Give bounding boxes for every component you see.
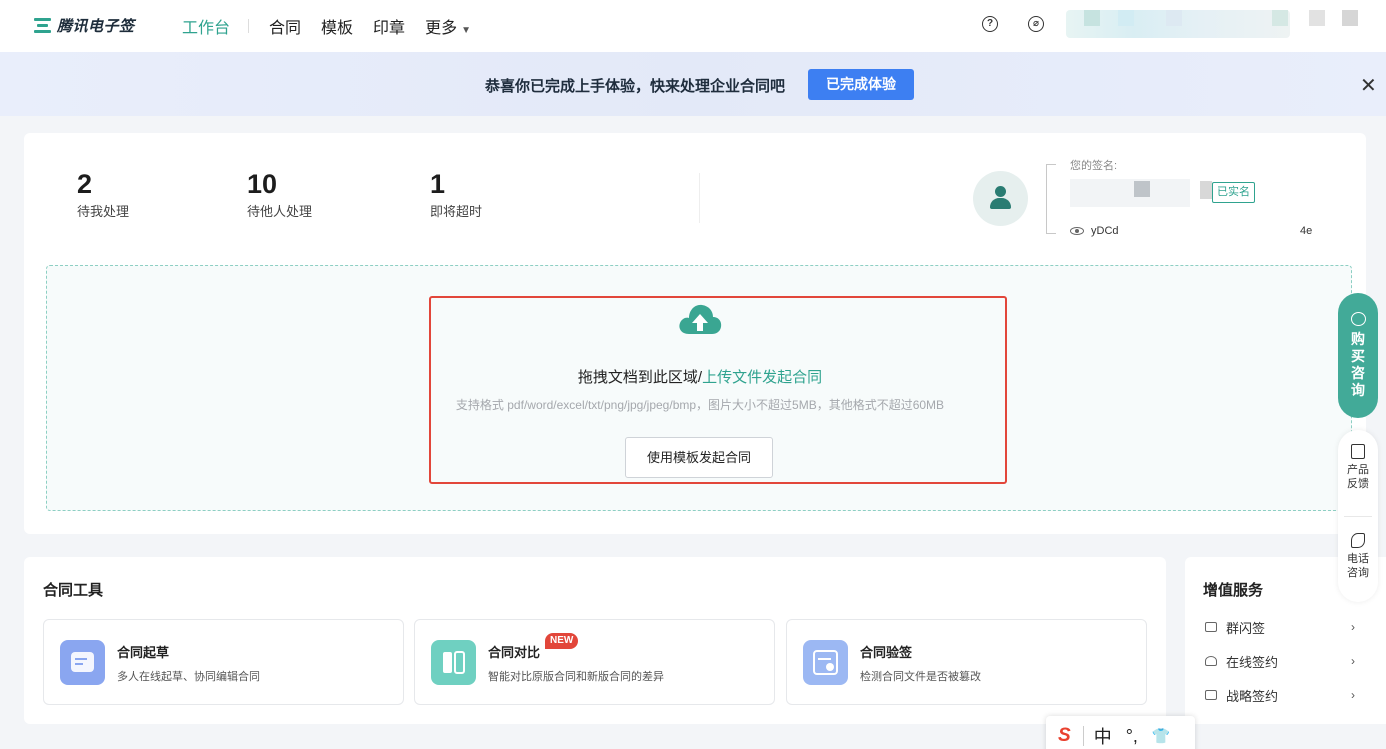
phone-label-2: 咨询 [1347, 567, 1369, 579]
nav-more-label: 更多 [425, 20, 458, 37]
signature-image[interactable] [1070, 179, 1190, 207]
phone-icon [1351, 533, 1365, 548]
logo-icon [34, 17, 51, 34]
top-nav: 腾讯电子签 工作台 合同 模板 印章 更多 ▼ ? ⌀ [0, 0, 1386, 52]
feedback-label-1: 产品 [1347, 464, 1369, 476]
signature-id-suffix: 4e [1300, 225, 1313, 237]
new-badge: NEW [545, 633, 579, 649]
user-icon-body [990, 198, 1011, 209]
app-name: 腾讯电子签 [57, 18, 135, 35]
person-icon [1205, 656, 1217, 666]
chevron-right-icon: › [1351, 654, 1355, 668]
phone-label-1: 电话 [1347, 553, 1369, 565]
tool-desc: 检测合同文件是否被篡改 [860, 671, 981, 683]
stat-label: 待他人处理 [247, 204, 313, 219]
upload-title: 拖拽文档到此区域/上传文件发起合同 [47, 366, 1353, 387]
tools-title: 合同工具 [43, 582, 104, 599]
signature-label: 您的签名: [1070, 160, 1118, 172]
service-label: 在线签约 [1226, 654, 1279, 670]
use-template-button[interactable]: 使用模板发起合同 [625, 437, 773, 478]
signature-bracket [1046, 164, 1056, 234]
user-icon [995, 186, 1006, 197]
chat-icon [1350, 312, 1366, 326]
stat-value: 2 [77, 169, 93, 199]
user-avatar[interactable] [1309, 10, 1325, 26]
phone-consult-button[interactable]: 电话 咨询 [1338, 533, 1378, 580]
workbench-card: 2 待我处理 10 待他人处理 1 即将超时 您的签名: 已实名 yDCd 4e… [24, 133, 1366, 534]
service-label: 战略签约 [1226, 688, 1279, 704]
sogou-logo-icon: S [1058, 725, 1071, 746]
close-icon[interactable]: ✕ [1360, 76, 1377, 96]
question-circle-icon[interactable]: ? [982, 16, 998, 32]
signature-blur [1200, 181, 1212, 199]
chevron-right-icon: › [1351, 688, 1355, 702]
main-nav: 工作台 合同 模板 印章 更多 ▼ [182, 14, 491, 38]
verify-icon [803, 640, 848, 685]
divider [699, 173, 700, 223]
draft-icon [60, 640, 105, 685]
divider [1344, 516, 1372, 517]
nav-workbench[interactable]: 工作台 [182, 14, 230, 38]
stat-label: 待我处理 [77, 204, 130, 219]
upload-dropzone[interactable]: 拖拽文档到此区域/上传文件发起合同 支持格式 pdf/word/excel/tx… [46, 265, 1352, 511]
purchase-consult-button[interactable]: 购买咨询 [1338, 293, 1378, 418]
signature-id-prefix: yDCd [1091, 225, 1119, 237]
account-info[interactable] [1066, 10, 1290, 38]
side-toolbar: 产品 反馈 电话 咨询 [1338, 430, 1378, 602]
stat-value: 1 [430, 169, 446, 199]
eye-icon[interactable] [1070, 227, 1084, 235]
upload-title-text: 拖拽文档到此区域/ [577, 369, 703, 386]
service-item-online-sign[interactable]: 在线签约 › [1205, 651, 1355, 671]
verified-badge: 已实名 [1212, 182, 1255, 203]
nav-contracts[interactable]: 合同 [269, 14, 301, 38]
nav-more[interactable]: 更多 ▼ [425, 14, 471, 38]
stat-pending-me[interactable]: 2 待我处理 [77, 169, 129, 220]
purchase-consult-label: 购买咨询 [1351, 331, 1365, 398]
services-title: 增值服务 [1203, 582, 1264, 599]
nav-seals[interactable]: 印章 [373, 14, 405, 38]
tool-title: 合同验签 [860, 645, 913, 660]
ime-punctuation[interactable]: °, [1126, 726, 1138, 747]
upload-hint: 支持格式 pdf/word/excel/txt/png/jpg/jpeg/bmp… [455, 398, 945, 412]
tool-title: 合同起草 [117, 645, 170, 660]
ime-toolbar[interactable]: S 中 °, 👕 [1046, 716, 1195, 749]
feedback-label-2: 反馈 [1347, 478, 1369, 490]
contract-tools-card: 合同工具 合同起草 多人在线起草、协同编辑合同 合同对比 NEW 智能对比原版合… [24, 557, 1166, 724]
caret-down-icon: ▼ [461, 25, 471, 36]
compare-icon [431, 640, 476, 685]
feedback-button[interactable]: 产品 反馈 [1338, 444, 1378, 491]
stat-label: 即将超时 [430, 204, 483, 219]
stat-value: 10 [247, 169, 278, 199]
upload-file-link[interactable]: 上传文件发起合同 [702, 369, 822, 386]
avatar [973, 171, 1028, 226]
signature-id: yDCd [1070, 225, 1119, 237]
stat-pending-others[interactable]: 10 待他人处理 [247, 169, 312, 220]
group-sign-icon [1205, 622, 1217, 632]
tool-desc: 智能对比原版合同和新版合同的差异 [488, 671, 664, 683]
nav-divider [248, 19, 250, 33]
service-item-flash-sign[interactable]: 群闪签 › [1205, 617, 1355, 637]
chevron-right-icon: › [1351, 620, 1355, 634]
ime-mode[interactable]: 中 [1094, 723, 1112, 749]
link-icon[interactable]: ⌀ [1028, 16, 1044, 32]
tool-contract-verify[interactable]: 合同验签 检测合同文件是否被篡改 [786, 619, 1147, 705]
tool-desc: 多人在线起草、协同编辑合同 [117, 671, 260, 683]
user-menu[interactable] [1342, 10, 1358, 26]
tool-title: 合同对比 [488, 645, 541, 660]
tool-contract-compare[interactable]: 合同对比 NEW 智能对比原版合同和新版合同的差异 [414, 619, 775, 705]
service-label: 群闪签 [1226, 620, 1266, 636]
cloud-upload-icon [679, 304, 722, 334]
tool-contract-draft[interactable]: 合同起草 多人在线起草、协同编辑合同 [43, 619, 404, 705]
logo[interactable]: 腾讯电子签 [34, 15, 135, 36]
feedback-icon [1351, 444, 1365, 459]
nav-templates[interactable]: 模板 [321, 14, 353, 38]
service-item-strategic-sign[interactable]: 战略签约 › [1205, 685, 1355, 705]
banner-message: 恭喜你已完成上手体验，快来处理企业合同吧 [485, 78, 786, 95]
screen-icon [1205, 690, 1217, 700]
divider [1082, 726, 1084, 746]
finish-experience-button[interactable]: 已完成体验 [808, 69, 914, 100]
onboarding-banner: 恭喜你已完成上手体验，快来处理企业合同吧 已完成体验 ✕ [0, 52, 1386, 116]
ime-skin-icon[interactable]: 👕 [1152, 727, 1171, 745]
stat-timeout-soon[interactable]: 1 即将超时 [430, 169, 482, 220]
